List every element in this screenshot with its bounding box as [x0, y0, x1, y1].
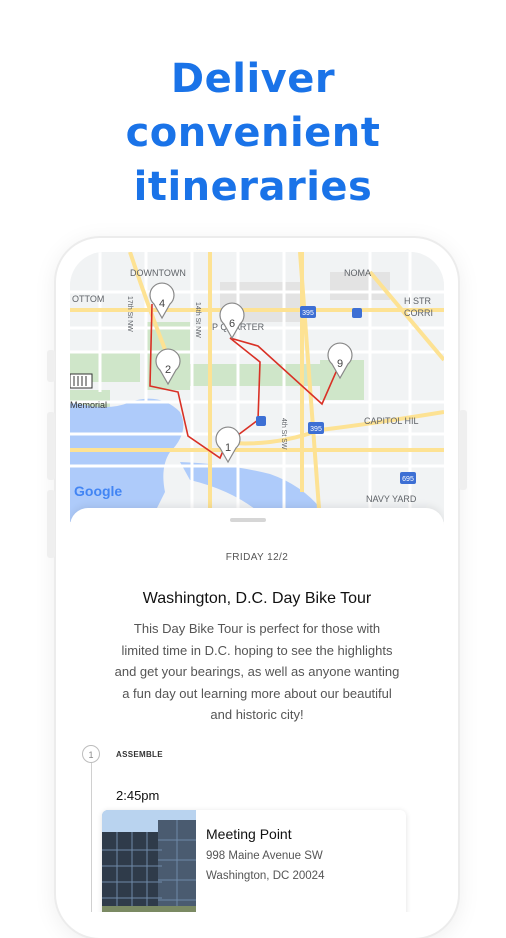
headline-line-3: itineraries: [133, 164, 373, 210]
svg-text:395: 395: [302, 310, 314, 317]
description-line: This Day Bike Tour is perfect for those …: [133, 621, 381, 636]
svg-text:2: 2: [165, 364, 171, 376]
headline-line-1: Deliver: [170, 56, 336, 102]
meeting-point-title: Meeting Point: [206, 826, 292, 842]
label-4th-st: 4th St SW: [280, 418, 287, 450]
tour-title: Washington, D.C. Day Bike Tour: [142, 590, 372, 607]
map-view[interactable]: 395 395 695 DOWNTOWN NOMA OTTOM P QUARTE…: [70, 252, 444, 522]
label-corridor: CORRI: [404, 308, 433, 318]
meeting-point-photo: [102, 810, 196, 912]
memorial-icon: [70, 373, 93, 389]
meeting-point-city: Washington, DC 20024: [206, 870, 325, 882]
description-line: a fun day out learning more about our be…: [122, 685, 392, 701]
label-17th-st: 17th St NW: [126, 296, 133, 332]
itinerary-date: FRIDAY 12/2: [225, 552, 289, 563]
itinerary-sheet[interactable]: FRIDAY 12/2 Washington, D.C. Day Bike To…: [70, 508, 444, 912]
meeting-point-address: 998 Maine Avenue SW: [206, 850, 323, 862]
meeting-point-card[interactable]: Meeting Point 998 Maine Avenue SW Washin…: [102, 810, 406, 912]
label-downtown: DOWNTOWN: [130, 268, 186, 278]
svg-text:695: 695: [402, 476, 414, 483]
svg-text:1: 1: [225, 442, 231, 454]
svg-text:4: 4: [159, 298, 165, 310]
highway-shield: 395: [300, 306, 316, 318]
label-noma: NOMA: [344, 268, 371, 278]
tour-description: This Day Bike Tour is perfect for those …: [94, 618, 420, 726]
label-navy-yard: NAVY YARD: [366, 494, 417, 504]
drag-handle[interactable]: [230, 518, 266, 522]
phone-screen: 395 395 695 DOWNTOWN NOMA OTTOM P QUARTE…: [70, 252, 444, 912]
svg-text:9: 9: [337, 358, 343, 370]
label-memorial: Memorial: [70, 400, 107, 410]
map-canvas[interactable]: 395 395 695 DOWNTOWN NOMA OTTOM P QUARTE…: [70, 252, 444, 522]
timeline-line: [91, 760, 92, 912]
phone-volume-down: [47, 490, 55, 558]
phone-frame: 395 395 695 DOWNTOWN NOMA OTTOM P QUARTE…: [47, 238, 467, 938]
svg-text:395: 395: [310, 426, 322, 433]
phone-power-button: [459, 410, 467, 490]
phone-volume-up: [47, 412, 55, 480]
tidal-basin: [114, 407, 174, 442]
highway-shield: 695: [400, 472, 416, 484]
metro-station-icon: [256, 416, 266, 426]
stop-label: ASSEMBLE: [116, 750, 163, 759]
metro-station-icon: [352, 308, 362, 318]
label-bottom: OTTOM: [72, 294, 104, 304]
highway-shield: 395: [308, 422, 324, 434]
description-line: and get your bearings, as well as anyone…: [114, 664, 400, 679]
svg-text:6: 6: [229, 318, 235, 330]
google-logo: Google: [74, 483, 122, 499]
description-line: limited time in D.C. hoping to see the h…: [121, 642, 393, 658]
description-line: and historic city!: [210, 707, 304, 722]
stop-number-badge: 1: [82, 745, 100, 763]
label-h-street: H STR: [404, 296, 432, 306]
headline: Deliver convenient itineraries: [0, 52, 506, 214]
phone-side-button: [47, 350, 55, 382]
stop-time: 2:45pm: [116, 788, 160, 803]
label-capitol-hill: CAPITOL HIL: [364, 416, 419, 426]
headline-line-2: convenient: [125, 110, 381, 156]
label-14th-st: 14th St NW: [194, 302, 201, 338]
